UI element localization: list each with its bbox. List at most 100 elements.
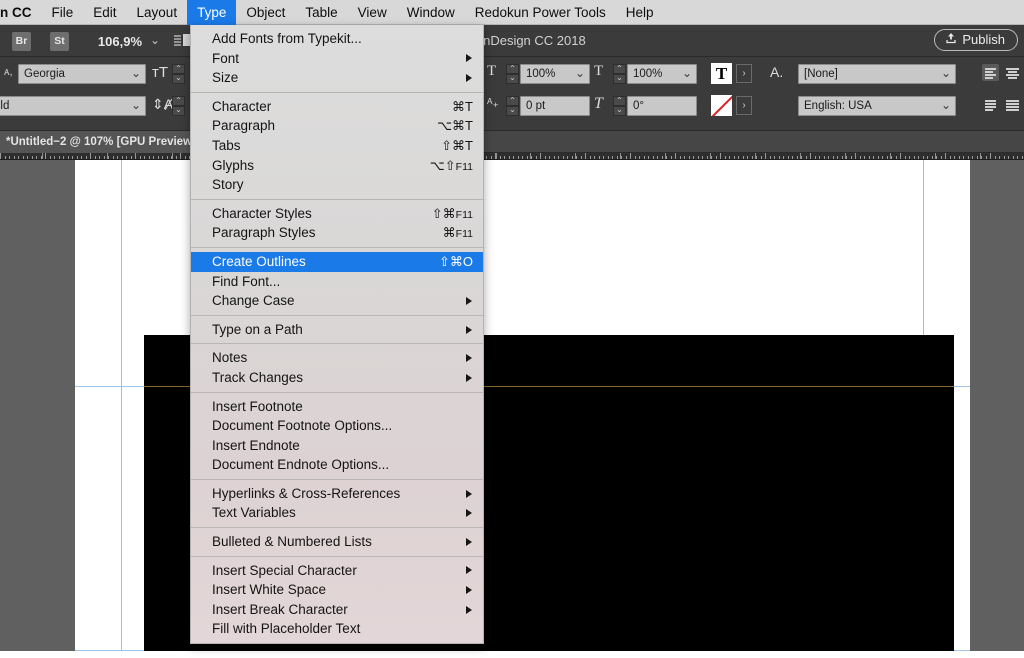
align-left-button[interactable] [982,64,999,81]
menu-item-size[interactable]: Size [191,68,483,88]
ruler-minor-tick [180,153,181,159]
menu-separator [191,199,483,200]
menu-item-text-variables[interactable]: Text Variables [191,503,483,523]
none-swatch-icon[interactable] [711,95,732,116]
ruler-minor-tick [59,156,60,159]
type-menu-dropdown[interactable]: Add Fonts from Typekit...FontSize Charact… [190,25,484,644]
chevron-down-icon[interactable]: ⌄ [941,64,951,82]
publish-button[interactable]: Publish [934,29,1018,51]
vscale-stepper-down[interactable]: ⌄ [613,74,626,84]
align-justify-left-button[interactable] [982,96,999,113]
menu-item-track-changes[interactable]: Track Changes [191,368,483,388]
ruler-minor-tick [945,153,946,159]
chevron-down-icon[interactable]: ⌄ [131,64,141,82]
stock-button[interactable]: St [50,32,69,51]
menu-item-insert-break-character[interactable]: Insert Break Character [191,600,483,620]
expand-swatches-button[interactable]: › [736,64,752,83]
document-tab[interactable]: *Untitled−2 @ 107% [GPU Preview] [0,131,208,153]
ruler-minor-tick [869,156,870,159]
ruler-minor-tick [617,156,618,159]
font-family-input[interactable]: Georgia ⌄ [18,64,146,84]
character-style-input[interactable]: [None] ⌄ [798,64,956,84]
menubar-item-help[interactable]: Help [616,0,664,25]
menu-item-change-case[interactable]: Change Case [191,291,483,311]
expand-stroke-button[interactable]: › [736,96,752,115]
menu-item-paragraph[interactable]: Paragraph⌥⌘T [191,116,483,136]
chevron-down-icon[interactable]: ⌄ [131,96,141,114]
chevron-down-icon[interactable]: ⌄ [941,96,951,114]
ruler-minor-tick [657,156,658,159]
horizontal-scale-input[interactable]: 100% ⌄ [520,64,590,84]
font-style-input[interactable]: old ⌄ [0,96,146,116]
menubar-item-edit[interactable]: Edit [83,0,126,25]
menubar-item-window[interactable]: Window [397,0,465,25]
ruler-minor-tick [950,156,951,159]
menubar-app-name[interactable]: n CC [0,0,42,25]
submenu-arrow-icon [466,509,472,517]
menu-item-character-styles[interactable]: Character Styles⇧⌘F11 [191,204,483,224]
document-canvas[interactable]: ove [0,160,1024,658]
bridge-button[interactable]: Br [12,32,31,51]
align-center-button[interactable] [1004,64,1021,81]
ruler-minor-tick [554,156,555,159]
ruler-minor-tick [891,156,892,159]
font-size-icon: ᴛT [152,64,168,81]
menubar-item-layout[interactable]: Layout [127,0,188,25]
language-input[interactable]: English: USA ⌄ [798,96,956,116]
skew-input[interactable]: 0° [627,96,697,116]
menu-item-type-on-a-path[interactable]: Type on a Path [191,320,483,340]
ruler-minor-tick [824,156,825,159]
menu-item-insert-endnote[interactable]: Insert Endnote [191,436,483,456]
menu-item-create-outlines[interactable]: Create Outlines⇧⌘O [191,252,483,272]
menu-item-notes[interactable]: Notes [191,348,483,368]
chevron-down-icon[interactable]: ⌄ [575,64,585,82]
chevron-down-icon[interactable]: ⌄ [682,64,692,82]
ruler-minor-tick [815,156,816,159]
ruler-minor-tick [801,156,802,159]
baseline-stepper-down[interactable]: ⌄ [506,106,519,116]
menubar-item-type[interactable]: Type [187,0,236,25]
menu-item-insert-footnote[interactable]: Insert Footnote [191,397,483,417]
font-size-stepper-down[interactable]: ⌄ [172,74,185,84]
menu-item-insert-white-space[interactable]: Insert White Space [191,580,483,600]
menu-separator [191,247,483,248]
baseline-shift-input[interactable]: 0 pt [520,96,590,116]
ruler-minor-tick [36,156,37,159]
formatting-affects-text-icon[interactable]: T [711,63,732,84]
menu-item-bulleted-numbered-lists[interactable]: Bulleted & Numbered Lists [191,532,483,552]
ruler-minor-tick [558,156,559,159]
vertical-scale-input[interactable]: 100% ⌄ [627,64,697,84]
menu-item-tabs[interactable]: Tabs⇧⌘T [191,136,483,156]
menubar-item-redokun-power-tools[interactable]: Redokun Power Tools [465,0,616,25]
menu-item-character[interactable]: Character⌘T [191,97,483,117]
menu-separator [191,556,483,557]
menu-item-fill-with-placeholder-text[interactable]: Fill with Placeholder Text [191,619,483,639]
menu-item-document-footnote-options[interactable]: Document Footnote Options... [191,416,483,436]
menu-item-shortcut: ⇧⌘T [441,136,473,156]
menu-item-glyphs[interactable]: Glyphs⌥⇧F11 [191,156,483,176]
ruler-minor-tick [846,156,847,159]
menu-item-font[interactable]: Font [191,49,483,69]
hscale-stepper-down[interactable]: ⌄ [506,74,519,84]
ruler-minor-tick [833,156,834,159]
ruler-minor-tick [612,156,613,159]
menu-item-paragraph-styles[interactable]: Paragraph Styles⌘F11 [191,223,483,243]
menu-item-find-font[interactable]: Find Font... [191,272,483,292]
ruler-minor-tick [689,156,690,159]
chevron-down-icon[interactable]: ⌄ [150,33,160,47]
menubar-item-file[interactable]: File [42,0,84,25]
menu-item-hyperlinks-cross-references[interactable]: Hyperlinks & Cross-References [191,484,483,504]
menu-item-insert-special-character[interactable]: Insert Special Character [191,561,483,581]
leading-stepper-down[interactable]: ⌄ [172,106,185,116]
menu-item-document-endnote-options[interactable]: Document Endnote Options... [191,455,483,475]
menubar-item-object[interactable]: Object [236,0,295,25]
menubar-item-table[interactable]: Table [295,0,347,25]
skew-stepper-down[interactable]: ⌄ [613,106,626,116]
ruler-minor-tick [734,156,735,159]
zoom-level-value[interactable]: 106,9% [80,32,142,51]
align-justify-all-button[interactable] [1004,96,1021,113]
menu-item-add-fonts-from-typekit[interactable]: Add Fonts from Typekit... [191,29,483,49]
menu-item-story[interactable]: Story [191,175,483,195]
menubar-item-view[interactable]: View [348,0,397,25]
menu-item-label: Story [212,177,244,192]
